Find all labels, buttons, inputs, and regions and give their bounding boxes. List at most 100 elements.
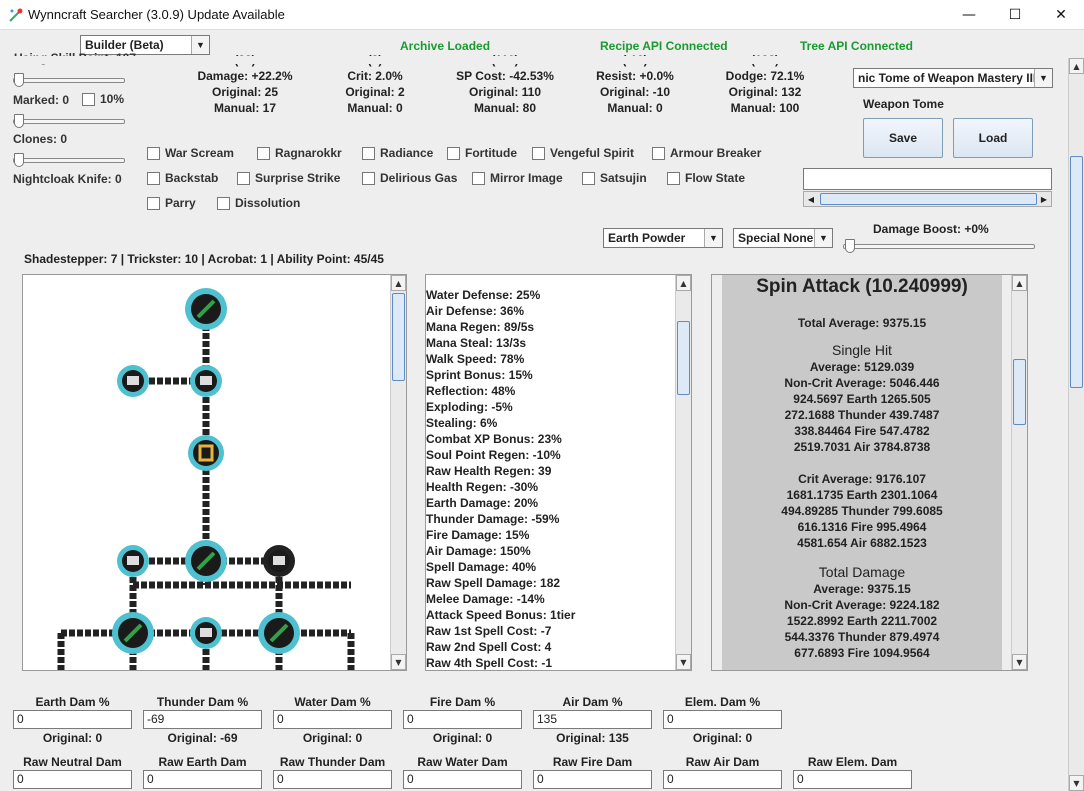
skill-point-slider-thumb[interactable] xyxy=(14,73,24,87)
raw-elem-dam-input[interactable]: 0 xyxy=(793,770,912,789)
checkbox-icon xyxy=(217,196,230,210)
hscroll-thumb[interactable] xyxy=(820,193,1037,205)
nightcloak-label: Nightcloak Knife: 0 xyxy=(13,172,122,186)
ability-armour-breaker[interactable]: Armour Breaker xyxy=(652,146,761,160)
damage-boost-slider-thumb[interactable] xyxy=(845,239,855,253)
damage-boost-slider[interactable] xyxy=(843,244,1035,249)
status-recipe-api: Recipe API Connected xyxy=(600,39,728,53)
stats-list-item: Fire Damage: 15% xyxy=(426,528,530,542)
chevron-up-icon[interactable]: ▲ xyxy=(676,275,691,291)
thunder-dam-input[interactable]: -69 xyxy=(143,710,262,729)
elem-dam-input[interactable]: 0 xyxy=(663,710,782,729)
raw-thunder-dam-input[interactable]: 0 xyxy=(273,770,392,789)
result-line: 677.6893 Fire 1094.9564 xyxy=(794,646,930,660)
tree-summary: Shadestepper: 7 | Trickster: 10 | Acroba… xyxy=(24,252,384,266)
raw-earth-dam-input[interactable]: 0 xyxy=(143,770,262,789)
water-dam-input[interactable]: 0 xyxy=(273,710,392,729)
skill-point-slider[interactable] xyxy=(13,78,125,83)
stats-vscroll-thumb[interactable] xyxy=(677,321,690,395)
fire-dam-input[interactable]: 0 xyxy=(403,710,522,729)
ability-ragnarokkr[interactable]: Ragnarokkr xyxy=(257,146,342,160)
raw-fire-dam-input[interactable]: 0 xyxy=(533,770,652,789)
marked-slider[interactable] xyxy=(13,119,125,124)
minimize-button[interactable]: — xyxy=(946,0,992,30)
maximize-button[interactable]: ☐ xyxy=(992,0,1038,30)
result-vscroll-thumb[interactable] xyxy=(1013,359,1026,425)
tome-hscroll[interactable]: ◀ ▶ xyxy=(803,191,1052,207)
chevron-down-icon[interactable]: ▼ xyxy=(391,654,406,670)
tome-select[interactable]: nic Tome of Weapon Mastery III ▼ xyxy=(853,68,1053,88)
close-button[interactable]: ✕ xyxy=(1038,0,1084,30)
result-title: Spin Attack (10.240999) xyxy=(756,276,968,297)
clones-slider[interactable] xyxy=(13,158,125,163)
chevron-right-icon[interactable]: ▶ xyxy=(1037,192,1051,206)
tome-select-value: nic Tome of Weapon Mastery III xyxy=(858,71,1037,85)
water-dam-original: Original: 0 xyxy=(302,731,363,745)
chevron-up-icon[interactable]: ▲ xyxy=(1069,58,1084,74)
load-button[interactable]: Load xyxy=(953,118,1033,158)
chevron-down-icon[interactable]: ▼ xyxy=(1069,775,1084,791)
ability-satsujin[interactable]: Satsujin xyxy=(582,171,647,185)
ability-dissolution[interactable]: Dissolution xyxy=(217,196,300,210)
chevron-down-icon[interactable]: ▼ xyxy=(676,654,691,670)
special-select[interactable]: Special None ▼ xyxy=(733,228,833,248)
marked-slider-thumb[interactable] xyxy=(14,114,24,128)
fire-dam-original: Original: 0 xyxy=(432,731,493,745)
ability-backstab[interactable]: Backstab xyxy=(147,171,218,185)
stats-vscroll[interactable]: ▲ ▼ xyxy=(675,275,691,670)
raw-neutral-dam-input[interactable]: 0 xyxy=(13,770,132,789)
ability-fortitude[interactable]: Fortitude xyxy=(447,146,517,160)
tree-node-scroll-low[interactable] xyxy=(190,617,222,649)
tree-vscroll-thumb[interactable] xyxy=(392,293,405,381)
tree-node-scroll-left[interactable] xyxy=(117,365,149,397)
tree-node-sword-center[interactable] xyxy=(185,540,227,582)
chevron-down-icon[interactable]: ▼ xyxy=(1012,654,1027,670)
chevron-up-icon[interactable]: ▲ xyxy=(1012,275,1027,291)
tree-node-scroll-row2-left[interactable] xyxy=(117,545,149,577)
ability-surprise-strike[interactable]: Surprise Strike xyxy=(237,171,340,185)
powder-select-value: Earth Powder xyxy=(608,231,686,245)
ability-flow-state[interactable]: Flow State xyxy=(667,171,745,185)
tree-node-scroll-locked[interactable] xyxy=(263,545,295,577)
stats-list-item: Exploding: -5% xyxy=(426,400,513,414)
stat-dodge-manual: Manual: 100 xyxy=(730,101,800,115)
water-dam-label: Water Dam % xyxy=(294,695,371,709)
clones-slider-thumb[interactable] xyxy=(14,153,24,167)
save-button[interactable]: Save xyxy=(863,118,943,158)
tree-node-sword-low-right[interactable] xyxy=(258,612,300,654)
ability-vengeful-spirit[interactable]: Vengeful Spirit xyxy=(532,146,634,160)
earth-dam-input[interactable]: 0 xyxy=(13,710,132,729)
raw-thunder-dam-label: Raw Thunder Dam xyxy=(279,755,386,769)
ability-war-scream[interactable]: War Scream xyxy=(147,146,234,160)
result-vscroll[interactable]: ▲ ▼ xyxy=(1011,275,1027,670)
tree-node-sword-low-left[interactable] xyxy=(112,612,154,654)
ability-label: Surprise Strike xyxy=(255,171,341,185)
tree-node-gold[interactable] xyxy=(188,435,224,471)
result-line: Crit Average: 9176.107 xyxy=(798,472,926,486)
stat-crit-manual: Manual: 0 xyxy=(347,101,403,115)
raw-air-dam-input[interactable]: 0 xyxy=(663,770,782,789)
ability-parry[interactable]: Parry xyxy=(147,196,196,210)
chevron-up-icon[interactable]: ▲ xyxy=(391,275,406,291)
window-vscroll-thumb[interactable] xyxy=(1070,156,1083,388)
ability-delirious-gas[interactable]: Delirious Gas xyxy=(362,171,457,185)
tree-node-sword-top[interactable] xyxy=(185,288,227,330)
chevron-left-icon[interactable]: ◀ xyxy=(804,192,818,206)
header-clip xyxy=(0,56,1068,64)
marked-pct-checkbox[interactable]: 10% xyxy=(82,92,124,106)
tree-vscroll[interactable]: ▲ ▼ xyxy=(390,275,406,670)
ability-radiance[interactable]: Radiance xyxy=(362,146,433,160)
raw-water-dam-input[interactable]: 0 xyxy=(403,770,522,789)
tree-node-scroll-mid[interactable] xyxy=(190,365,222,397)
powder-select[interactable]: Earth Powder ▼ xyxy=(603,228,723,248)
tome-text-field[interactable] xyxy=(803,168,1052,190)
checkbox-icon xyxy=(147,171,160,185)
window-vscroll[interactable]: ▲ ▼ xyxy=(1068,58,1084,791)
ability-tree-panel[interactable]: ▲ ▼ xyxy=(22,274,407,671)
ability-mirror-image[interactable]: Mirror Image xyxy=(472,171,563,185)
stats-list-panel[interactable]: Water Defense: 25% Air Defense: 36% Mana… xyxy=(425,274,692,671)
ability-tree-canvas[interactable] xyxy=(23,275,391,671)
result-panel[interactable]: Spin Attack (10.240999) Total Average: 9… xyxy=(711,274,1028,671)
air-dam-input[interactable]: 135 xyxy=(533,710,652,729)
stat-dodge-original: Original: 132 xyxy=(728,85,802,99)
